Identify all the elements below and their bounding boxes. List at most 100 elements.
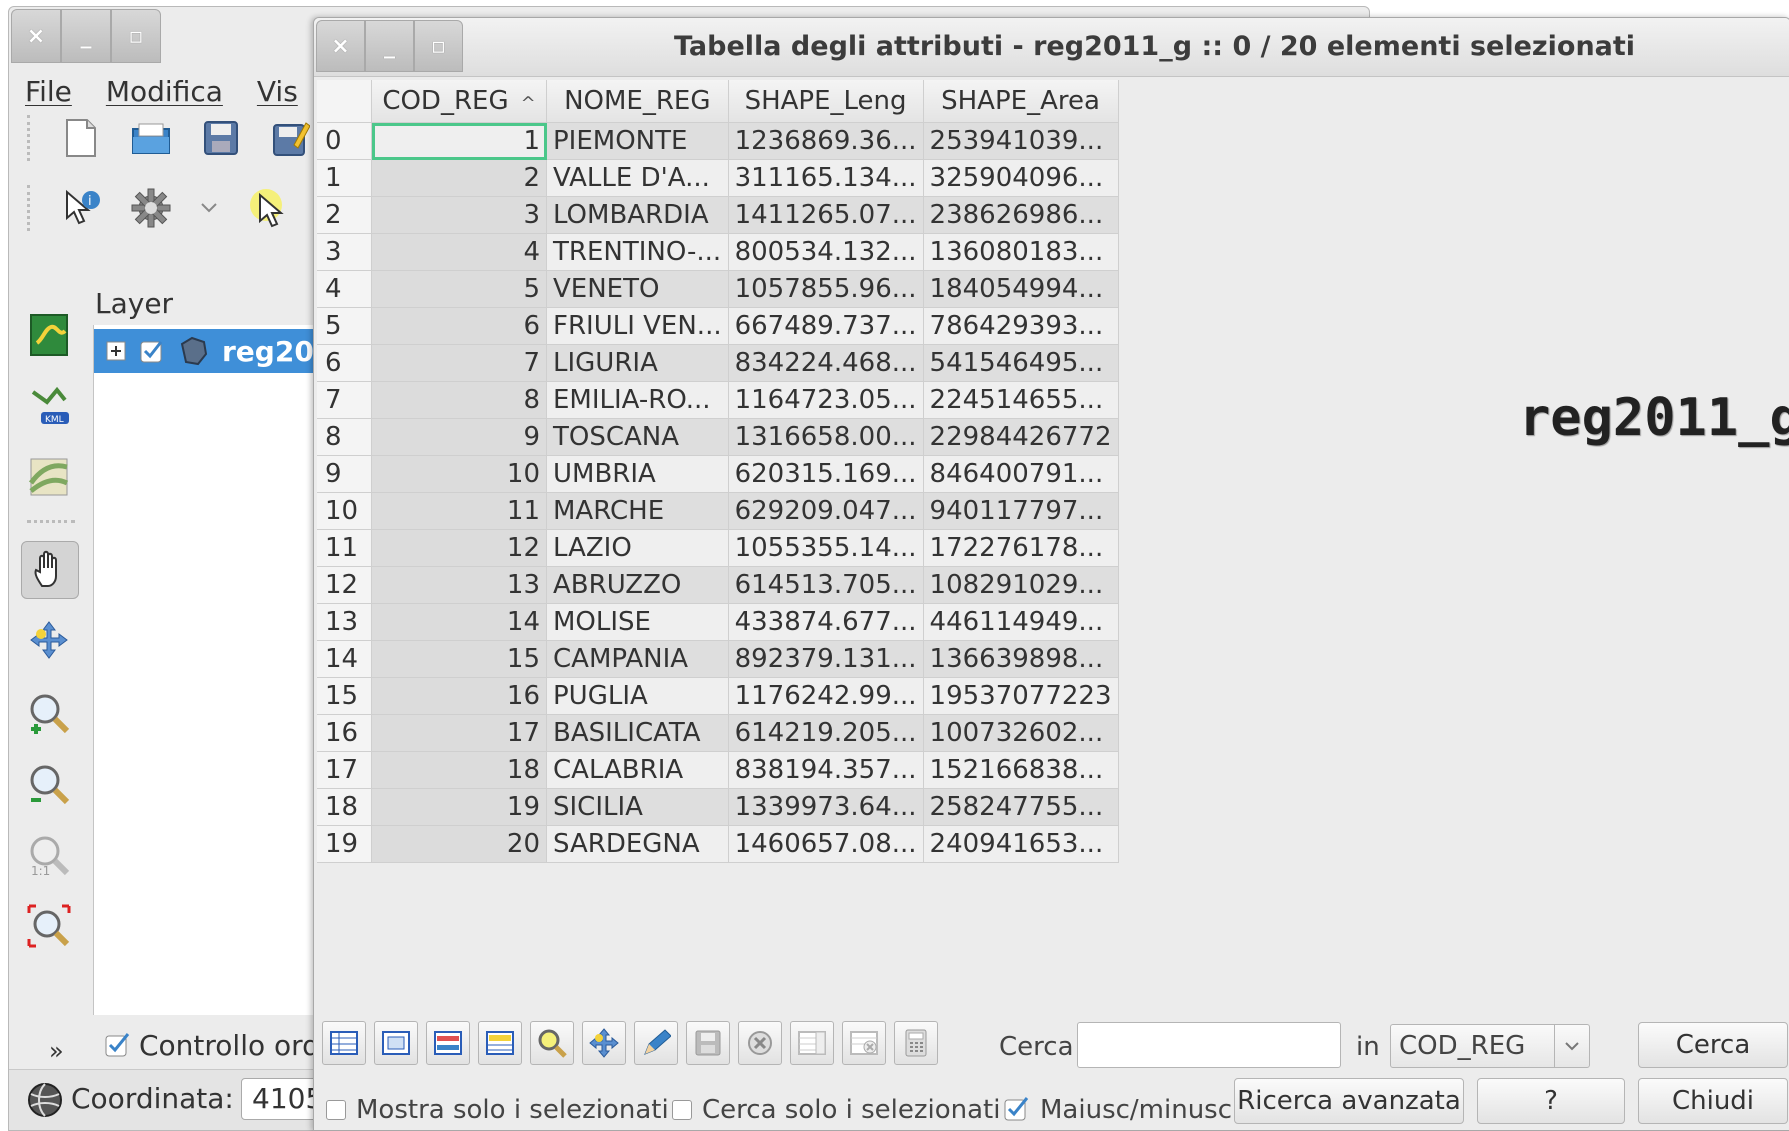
nome-reg-cell[interactable]: UMBRIA (546, 455, 729, 493)
shape-leng-cell[interactable]: 667489.737... (728, 307, 924, 345)
toggle-editing-pencil-icon[interactable] (634, 1021, 678, 1065)
cod-reg-cell[interactable]: 1 (371, 122, 547, 160)
expand-toolbar-icon[interactable]: » (49, 1037, 64, 1065)
shape-area-cell[interactable]: 136080183... (923, 233, 1119, 271)
row-number-cell[interactable]: 2 (317, 196, 372, 234)
nome-reg-cell[interactable]: LOMBARDIA (546, 196, 729, 234)
table-row[interactable]: 13 14 MOLISE 433874.677... 446114949... (317, 603, 1119, 641)
new-project-icon[interactable] (59, 116, 103, 160)
shape-leng-cell[interactable]: 800534.132... (728, 233, 924, 271)
render-checkbox[interactable]: Controllo ord (105, 1029, 320, 1062)
table-row[interactable]: 11 12 LAZIO 1055355.14... 172276178... (317, 529, 1119, 567)
cod-reg-cell[interactable]: 11 (371, 492, 547, 530)
shape-leng-cell[interactable]: 1460657.08... (728, 825, 924, 863)
table-row[interactable]: 7 8 EMILIA-RO... 1164723.05... 224514655... (317, 381, 1119, 419)
add-vector-layer-icon[interactable] (21, 307, 77, 363)
settings-gear-icon[interactable] (129, 186, 173, 230)
minimize-window-button[interactable]: _ (61, 9, 111, 63)
search-button[interactable]: Cerca (1638, 1022, 1788, 1068)
shape-leng-cell[interactable]: 1316658.00... (728, 418, 924, 456)
nome-reg-cell[interactable]: CALABRIA (546, 751, 729, 789)
column-header-cod-reg[interactable]: COD_REG ^ (371, 80, 547, 123)
expand-plus-icon[interactable] (106, 341, 126, 361)
row-number-cell[interactable]: 16 (317, 714, 372, 752)
row-number-cell[interactable]: 4 (317, 270, 372, 308)
menu-modifica[interactable]: Modifica (106, 75, 223, 108)
table-row[interactable]: 9 10 UMBRIA 620315.169... 846400791... (317, 455, 1119, 493)
pan-map-hand-icon[interactable] (21, 541, 79, 599)
table-row[interactable]: 0 1 PIEMONTE 1236869.36... 253941039... (317, 122, 1119, 160)
minimize-window-button[interactable]: _ (365, 20, 414, 72)
row-number-cell[interactable]: 3 (317, 233, 372, 271)
table-row[interactable]: 5 6 FRIULI VEN... 667489.737... 786429393... (317, 307, 1119, 345)
shape-area-cell[interactable]: 152166838... (923, 751, 1119, 789)
shape-area-cell[interactable]: 100732602... (923, 714, 1119, 752)
zoom-to-selection-icon[interactable] (530, 1021, 574, 1065)
move-selection-to-top-icon[interactable] (478, 1021, 522, 1065)
cod-reg-cell[interactable]: 10 (371, 455, 547, 493)
delete-selected-icon[interactable] (738, 1021, 782, 1065)
table-row[interactable]: 10 11 MARCHE 629209.047... 940117797... (317, 492, 1119, 530)
row-number-cell[interactable]: 0 (317, 122, 372, 160)
nome-reg-cell[interactable]: PIEMONTE (546, 122, 729, 160)
search-field-select[interactable]: COD_REG (1390, 1024, 1590, 1068)
nome-reg-cell[interactable]: LIGURIA (546, 344, 729, 382)
shape-leng-cell[interactable]: 892379.131... (728, 640, 924, 678)
add-kml-layer-icon[interactable]: KML (21, 378, 77, 434)
shape-area-cell[interactable]: 446114949... (923, 603, 1119, 641)
shape-leng-cell[interactable]: 1339973.64... (728, 788, 924, 826)
cod-reg-cell[interactable]: 15 (371, 640, 547, 678)
field-calculator-icon[interactable] (894, 1021, 938, 1065)
row-number-cell[interactable]: 12 (317, 566, 372, 604)
shape-area-cell[interactable]: 325904096... (923, 159, 1119, 197)
pan-to-selection-icon[interactable] (582, 1021, 626, 1065)
shape-area-cell[interactable]: 253941039... (923, 122, 1119, 160)
maximize-window-button[interactable]: ▫ (111, 9, 161, 63)
nome-reg-cell[interactable]: TOSCANA (546, 418, 729, 456)
row-number-cell[interactable]: 11 (317, 529, 372, 567)
menu-file[interactable]: File (25, 75, 72, 108)
shape-leng-cell[interactable]: 1411265.07... (728, 196, 924, 234)
nome-reg-cell[interactable]: MARCHE (546, 492, 729, 530)
row-number-cell[interactable]: 14 (317, 640, 372, 678)
table-row[interactable]: 8 9 TOSCANA 1316658.00... 22984426772 (317, 418, 1119, 456)
nome-reg-cell[interactable]: ABRUZZO (546, 566, 729, 604)
cod-reg-cell[interactable]: 8 (371, 381, 547, 419)
help-button[interactable]: ? (1477, 1078, 1625, 1124)
row-number-cell[interactable]: 19 (317, 825, 372, 863)
cod-reg-cell[interactable]: 12 (371, 529, 547, 567)
shape-leng-cell[interactable]: 1164723.05... (728, 381, 924, 419)
unselect-all-icon[interactable] (374, 1021, 418, 1065)
add-raster-layer-icon[interactable] (21, 449, 77, 505)
save-edits-icon[interactable] (686, 1021, 730, 1065)
layer-visible-checkbox-icon[interactable] (140, 339, 164, 363)
search-input[interactable] (1077, 1022, 1341, 1068)
close-window-button[interactable]: × (316, 20, 365, 72)
zoom-full-extent-icon[interactable] (21, 898, 77, 954)
zoom-out-icon[interactable] (21, 756, 77, 812)
shape-leng-cell[interactable]: 614219.205... (728, 714, 924, 752)
table-row[interactable]: 18 19 SICILIA 1339973.64... 258247755... (317, 788, 1119, 826)
nome-reg-cell[interactable]: CAMPANIA (546, 640, 729, 678)
shape-area-cell[interactable]: 846400791... (923, 455, 1119, 493)
nome-reg-cell[interactable]: LAZIO (546, 529, 729, 567)
save-as-icon[interactable] (269, 116, 313, 160)
zoom-in-icon[interactable] (21, 685, 77, 741)
cod-reg-cell[interactable]: 18 (371, 751, 547, 789)
row-number-cell[interactable]: 17 (317, 751, 372, 789)
cod-reg-cell[interactable]: 16 (371, 677, 547, 715)
select-features-icon[interactable] (245, 186, 289, 230)
nome-reg-cell[interactable]: SICILIA (546, 788, 729, 826)
cod-reg-cell[interactable]: 19 (371, 788, 547, 826)
row-number-cell[interactable]: 5 (317, 307, 372, 345)
shape-leng-cell[interactable]: 838194.357... (728, 751, 924, 789)
chevron-down-icon[interactable] (1554, 1025, 1589, 1067)
shape-leng-cell[interactable]: 433874.677... (728, 603, 924, 641)
new-column-icon[interactable] (790, 1021, 834, 1065)
table-row[interactable]: 1 2 VALLE D'A... 311165.134... 325904096... (317, 159, 1119, 197)
shape-leng-cell[interactable]: 620315.169... (728, 455, 924, 493)
row-number-cell[interactable]: 10 (317, 492, 372, 530)
menu-visualizza[interactable]: Vis (257, 75, 298, 108)
table-row[interactable]: 14 15 CAMPANIA 892379.131... 136639898... (317, 640, 1119, 678)
shape-area-cell[interactable]: 238626986... (923, 196, 1119, 234)
